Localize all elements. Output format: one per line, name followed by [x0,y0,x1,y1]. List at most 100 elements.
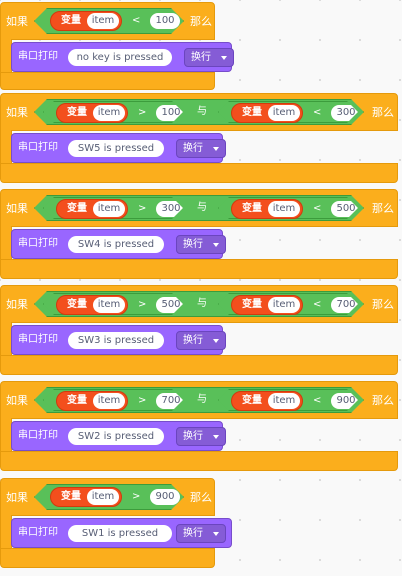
variable-name-dropdown[interactable]: item [93,393,125,409]
variable-reporter[interactable]: 变量 item [56,295,128,315]
comparison-value-input[interactable]: 300 [156,201,186,217]
if-keyword: 如果 [6,106,28,119]
comparison-value-input[interactable]: 500 [156,297,186,313]
comparison-block-left[interactable]: 变量 item >300 [43,197,183,219]
and-block[interactable]: 变量 item >300 与 变量 item <500 [34,195,364,221]
if-block-header[interactable]: 如果 变量 item <100 那么 [0,2,215,40]
variable-label: 变量 [242,299,262,310]
if-block-footer [0,355,398,375]
variable-label: 变量 [67,107,87,118]
if-keyword: 如果 [6,298,28,311]
variable-reporter[interactable]: 变量 item [231,295,303,315]
and-keyword: 与 [197,106,207,117]
and-block[interactable]: 变量 item >500 与 变量 item <700 [34,291,364,317]
newline-dropdown[interactable]: 换行 [176,331,226,350]
comparison-block-right[interactable]: 变量 item <300 [218,101,358,123]
then-keyword: 那么 [190,491,212,504]
comparison-operator: > [138,395,147,406]
comparison-value-input[interactable]: 500 [331,201,361,217]
serial-print-block[interactable]: 串口打印 SW5 is pressed 换行 [11,133,226,163]
comparison-value-input[interactable]: 100 [150,13,180,29]
variable-reporter[interactable]: 变量 item [56,391,128,411]
serial-print-block[interactable]: 串口打印 SW4 is pressed 换行 [11,229,226,259]
comparison-operator: > [132,491,141,502]
newline-label: 换行 [183,335,203,346]
newline-dropdown[interactable]: 换行 [184,48,234,67]
variable-name-dropdown[interactable]: item [268,201,300,217]
newline-dropdown[interactable]: 换行 [176,139,226,158]
variable-reporter[interactable]: 变量 item [50,11,122,31]
variable-reporter[interactable]: 变量 item [56,103,128,123]
newline-label: 换行 [183,431,203,442]
print-text-input[interactable]: SW4 is pressed [68,236,164,253]
print-text-input[interactable]: SW1 is pressed [68,525,172,542]
variable-name-dropdown[interactable]: item [93,297,125,313]
chevron-down-icon [213,339,219,343]
variable-name-dropdown[interactable]: item [93,201,125,217]
newline-dropdown[interactable]: 换行 [176,235,226,254]
if-keyword: 如果 [6,491,28,504]
comparison-block-right[interactable]: 变量 item <700 [218,293,358,315]
variable-name-dropdown[interactable]: item [268,393,300,409]
variable-reporter[interactable]: 变量 item [231,103,303,123]
print-text-input[interactable]: SW3 is pressed [68,332,164,349]
variable-name-dropdown[interactable]: item [93,105,125,121]
if-block-footer [0,163,398,183]
variable-label: 变量 [242,395,262,406]
if-block-header[interactable]: 如果 变量 item >300 与 变量 item <500 那么 [0,189,398,227]
variable-reporter[interactable]: 变量 item [231,199,303,219]
newline-dropdown[interactable]: 换行 [176,524,226,543]
comparison-block-right[interactable]: 变量 item <500 [218,197,358,219]
comparison-value-input[interactable]: 900 [331,393,361,409]
serial-print-label: 串口打印 [18,527,58,538]
if-block-header[interactable]: 如果 变量 item >100 与 变量 item <300 那么 [0,93,398,131]
variable-name-dropdown[interactable]: item [268,297,300,313]
comparison-operator: < [313,203,322,214]
comparison-operator: < [313,107,322,118]
serial-print-block[interactable]: 串口打印 no key is pressed 换行 [11,42,234,72]
if-block-header[interactable]: 如果 变量 item >700 与 变量 item <900 那么 [0,381,398,419]
serial-print-label: 串口打印 [18,51,58,62]
chevron-down-icon [213,435,219,439]
variable-name-dropdown[interactable]: item [268,105,300,121]
comparison-block-left[interactable]: 变量 item >700 [43,389,183,411]
comparison-value-input[interactable]: 100 [156,105,186,121]
comparison-block-right[interactable]: 变量 item <900 [218,389,358,411]
then-keyword: 那么 [372,202,394,215]
serial-print-block[interactable]: 串口打印 SW2 is pressed 换行 [11,421,226,451]
variable-label: 变量 [67,395,87,406]
if-block-header[interactable]: 如果 变量 item >500 与 变量 item <700 那么 [0,285,398,323]
serial-print-block[interactable]: 串口打印 SW3 is pressed 换行 [11,325,226,355]
comparison-block[interactable]: 变量 item <100 [34,8,184,34]
variable-reporter[interactable]: 变量 item [56,199,128,219]
comparison-operator: < [313,299,322,310]
comparison-block[interactable]: 变量 item >900 [34,484,184,510]
print-text-input[interactable]: SW5 is pressed [68,140,164,157]
comparison-value-input[interactable]: 300 [331,105,361,121]
comparison-operator: > [138,299,147,310]
comparison-block-left[interactable]: 变量 item >100 [43,101,183,123]
variable-reporter[interactable]: 变量 item [50,487,122,507]
print-text-input[interactable]: SW2 is pressed [68,428,164,445]
variable-name-dropdown[interactable]: item [87,13,119,29]
comparison-value-input[interactable]: 700 [331,297,361,313]
if-keyword: 如果 [6,15,28,28]
comparison-value-input[interactable]: 700 [156,393,186,409]
and-block[interactable]: 变量 item >100 与 变量 item <300 [34,99,364,125]
variable-name-dropdown[interactable]: item [87,489,119,505]
print-text-input[interactable]: no key is pressed [68,49,172,66]
and-block[interactable]: 变量 item >700 与 变量 item <900 [34,387,364,413]
comparison-value-input[interactable]: 900 [150,489,180,505]
newline-label: 换行 [183,528,203,539]
serial-print-label: 串口打印 [18,238,58,249]
if-block-header[interactable]: 如果 变量 item >900 那么 [0,478,215,516]
and-keyword: 与 [197,298,207,309]
script-stack: 如果 变量 item <100 那么 串口打印 no key is pressed 换行 如果变… [0,0,402,576]
variable-label: 变量 [242,203,262,214]
variable-reporter[interactable]: 变量 item [231,391,303,411]
chevron-down-icon [213,243,219,247]
comparison-block-left[interactable]: 变量 item >500 [43,293,183,315]
serial-print-label: 串口打印 [18,334,58,345]
serial-print-block[interactable]: 串口打印 SW1 is pressed 换行 [11,518,232,548]
newline-dropdown[interactable]: 换行 [176,427,226,446]
